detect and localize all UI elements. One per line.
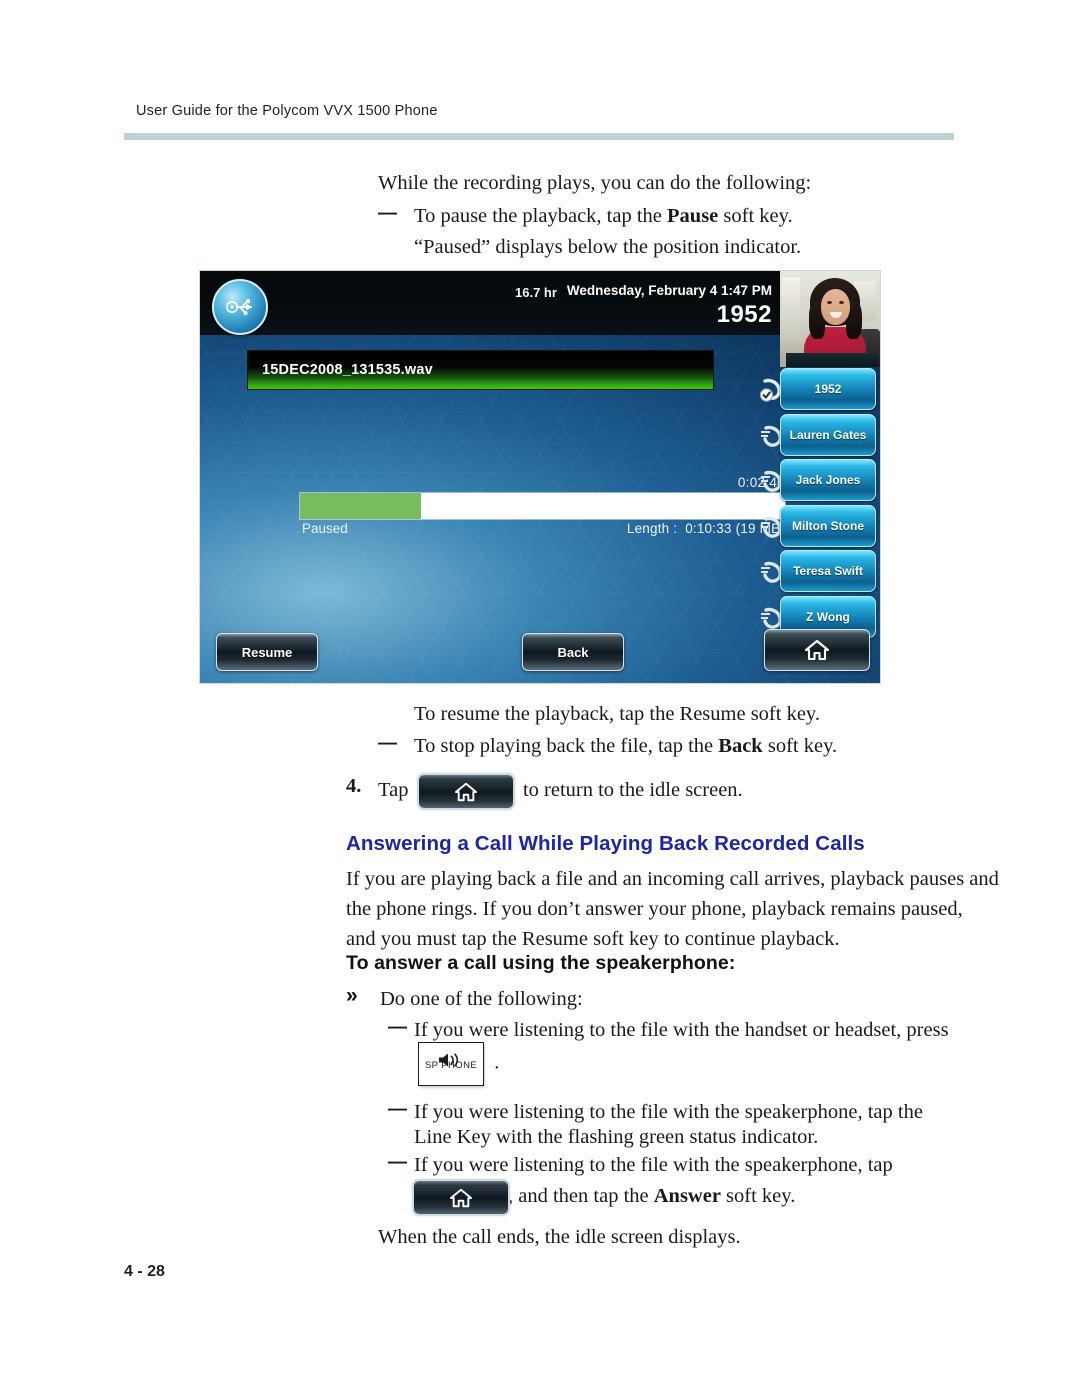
line-key-milton-stone[interactable]: Milton Stone: [780, 504, 876, 547]
header-rule: [124, 133, 954, 140]
bullet-dash: —: [388, 1152, 407, 1173]
playback-length-label: Length : 0:10:33 (19 MB): [500, 521, 785, 536]
phone-status-bar: [200, 271, 880, 335]
storage-remaining-label: 16.7 hr: [515, 285, 557, 300]
status-bar-extension: 1952: [716, 301, 772, 328]
do-one-of-the-following: Do one of the following:: [380, 988, 583, 1010]
line-key-label: Lauren Gates: [789, 427, 867, 442]
option-3-post: soft key.: [720, 1185, 796, 1208]
paused-note: “Paused” displays below the position ind…: [414, 236, 802, 258]
line-key-lauren-gates[interactable]: Lauren Gates: [780, 413, 876, 456]
line-key-label: Jack Jones: [795, 473, 861, 487]
intro-paragraph: While the recording plays, you can do th…: [378, 172, 812, 194]
length-prefix: Length :: [626, 521, 678, 536]
home-icon: [454, 782, 477, 801]
line-key-row: 1952: [758, 367, 880, 413]
back-soft-key-label: Back: [557, 644, 589, 660]
playback-status-label: Paused: [302, 521, 348, 536]
step-4-post: to return to the idle screen.: [522, 779, 743, 802]
sp-phone-key[interactable]: SP PHONE: [418, 1042, 484, 1086]
line-key-label: Milton Stone: [792, 518, 864, 533]
option-2-line-2: Line Key with the flashing green status …: [414, 1126, 819, 1148]
option-3-pre: , and then tap the: [508, 1185, 654, 1208]
video-person-face: [821, 289, 850, 325]
section-body-line-1: If you are playing back a file and an in…: [346, 868, 999, 890]
video-panel-left: [782, 277, 800, 339]
line-key-jack-jones[interactable]: Jack Jones: [780, 459, 876, 501]
line-key-row: Jack Jones: [758, 458, 880, 504]
selected-file-row[interactable]: 15DEC2008_131535.wav: [248, 351, 713, 389]
file-name-label: 15DEC2008_131535.wav: [262, 362, 433, 378]
playback-progress-bar[interactable]: [300, 493, 785, 519]
stop-instruction-post: soft key.: [762, 735, 838, 757]
stop-instruction-pre: To stop playing back the file, tap the: [414, 735, 719, 757]
home-button-glyph[interactable]: [414, 1181, 508, 1214]
closing-line: When the call ends, the idle screen disp…: [378, 1226, 741, 1248]
pause-softkey-label: Pause: [667, 205, 719, 227]
home-soft-key[interactable]: [764, 629, 870, 671]
step-4-instruction: Tap to return to the idle screen.: [378, 775, 743, 808]
line-key-row: Lauren Gates: [758, 413, 880, 459]
video-person-eye-right: [839, 301, 844, 304]
document-header-title: User Guide for the Polycom VVX 1500 Phon…: [136, 103, 438, 119]
status-bar-datetime: Wednesday, February 4 1:47 PM: [566, 283, 772, 298]
step-4-number: 4.: [346, 775, 362, 797]
sub-heading: To answer a call using the speakerphone:: [346, 952, 736, 974]
step-4-pre: Tap: [378, 779, 409, 802]
resume-soft-key[interactable]: Resume: [216, 633, 318, 671]
line-key-teresa-swift[interactable]: Teresa Swift: [780, 550, 876, 592]
section-heading: Answering a Call While Playing Back Reco…: [346, 832, 865, 855]
home-button-glyph[interactable]: [418, 775, 513, 808]
sp-phone-key-label: SP PHONE: [424, 1060, 478, 1071]
page-number: 4 - 28: [124, 1263, 165, 1280]
line-key-1952[interactable]: 1952: [780, 368, 876, 410]
line-key-label: Z Wong: [806, 609, 850, 624]
page-header: User Guide for the Polycom VVX 1500 Phon…: [136, 103, 946, 119]
bullet-dash: —: [378, 733, 397, 754]
answer-softkey-label: Answer: [653, 1185, 721, 1208]
bullet-dash: —: [388, 1099, 407, 1120]
video-preview-thumbnail[interactable]: [780, 271, 880, 367]
video-person-eye-left: [827, 301, 832, 304]
bullet-dash: —: [378, 203, 397, 224]
line-key-row: Teresa Swift: [758, 549, 880, 595]
line-key-label: 1952: [814, 382, 842, 396]
pause-instruction-post: soft key.: [718, 205, 793, 227]
section-body-line-2: the phone rings. If you don’t answer you…: [346, 898, 963, 920]
line-key-label: Teresa Swift: [793, 564, 863, 578]
line-key-row: Milton Stone: [758, 504, 880, 550]
back-softkey-label: Back: [718, 735, 763, 757]
usb-icon[interactable]: [212, 279, 268, 335]
stop-instruction: To stop playing back the file, tap the B…: [414, 731, 837, 762]
video-monitor: [786, 353, 878, 367]
line-key-list: 1952 Lauren Gates Jack Jones Milton Ston…: [758, 367, 880, 640]
home-icon: [804, 639, 830, 661]
pause-instruction-pre: To pause the playback, tap the: [414, 205, 668, 227]
bullet-dash: —: [388, 1017, 407, 1038]
option-3-line-1: If you were listening to the file with t…: [414, 1154, 893, 1176]
pause-instruction: To pause the playback, tap the Pause sof…: [414, 201, 793, 232]
option-1-period: .: [494, 1051, 500, 1074]
playback-position-label: 0:02:40: [737, 475, 785, 490]
playback-progress-fill: [300, 493, 422, 519]
option-3-line-2: , and then tap the Answer soft key.: [414, 1181, 795, 1214]
back-soft-key[interactable]: Back: [522, 633, 624, 671]
phone-screenshot: 16.7 hr Wednesday, February 4 1:47 PM 19…: [200, 271, 880, 683]
option-1-line-2: SP PHONE .: [418, 1042, 499, 1086]
resume-instruction: To resume the playback, tap the Resume s…: [414, 703, 820, 725]
resume-soft-key-label: Resume: [241, 644, 293, 660]
chevron-marker: »: [346, 984, 358, 1007]
home-icon: [449, 1188, 473, 1207]
section-body-line-3: and you must tap the Resume soft key to …: [346, 928, 840, 950]
